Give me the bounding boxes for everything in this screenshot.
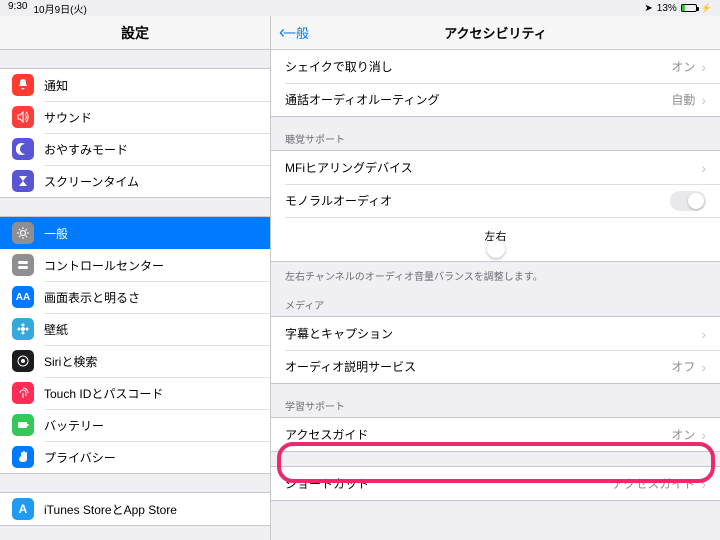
sidebar-item-label: iTunes StoreとApp Store bbox=[44, 501, 177, 518]
row-label: 通話オーディオルーティング bbox=[285, 91, 439, 108]
hearing-group: MFiヒアリングデバイス › モノラルオーディオ 左 右 bbox=[271, 150, 720, 262]
gear-icon bbox=[12, 222, 34, 244]
sidebar-item[interactable]: バッテリー bbox=[0, 409, 270, 441]
row-subtitles[interactable]: 字幕とキャプション › bbox=[271, 317, 720, 350]
sidebar-item[interactable]: 一般 bbox=[0, 217, 270, 249]
row-value: 自動 bbox=[671, 91, 695, 108]
row-shake-undo[interactable]: シェイクで取り消し オン › bbox=[271, 50, 720, 83]
row-label: ショートカット bbox=[285, 475, 369, 492]
row-label: オーディオ説明サービス bbox=[285, 358, 416, 375]
bell-icon bbox=[12, 74, 34, 96]
row-label: MFiヒアリングデバイス bbox=[285, 159, 413, 176]
sidebar-item[interactable]: Touch IDとパスコード bbox=[0, 377, 270, 409]
row-label: アクセスガイド bbox=[285, 426, 368, 443]
row-value: オン bbox=[671, 58, 695, 75]
row-mono-audio[interactable]: モノラルオーディオ bbox=[271, 184, 720, 217]
sidebar-item[interactable]: 通知 bbox=[0, 69, 270, 101]
battery-icon bbox=[681, 4, 697, 12]
sidebar-item[interactable]: AA 画面表示と明るさ bbox=[0, 281, 270, 313]
sidebar-item-label: スクリーンタイム bbox=[44, 173, 139, 190]
row-value: オフ bbox=[671, 358, 695, 375]
sidebar-item[interactable]: プライバシー bbox=[0, 441, 270, 473]
row-label: シェイクで取り消し bbox=[285, 58, 393, 75]
sidebar-item-label: 通知 bbox=[44, 77, 68, 94]
A-icon: A bbox=[12, 498, 34, 520]
sidebar-item-label: サウンド bbox=[44, 109, 92, 126]
sidebar-title: 設定 bbox=[0, 16, 270, 50]
learning-group: アクセスガイド オン › bbox=[271, 417, 720, 452]
row-value: アクセスガイド bbox=[612, 475, 695, 492]
row-audio-descriptions[interactable]: オーディオ説明サービス オフ › bbox=[271, 350, 720, 383]
sidebar-item-label: バッテリー bbox=[44, 417, 104, 434]
settings-sidebar: 設定 通知サウンドおやすみモードスクリーンタイム 一般コントロールセンター AA 画… bbox=[0, 16, 270, 540]
flower-icon bbox=[12, 318, 34, 340]
row-call-audio-routing[interactable]: 通話オーディオルーティング 自動 › bbox=[271, 83, 720, 116]
sidebar-item-label: 画面表示と明るさ bbox=[44, 289, 140, 306]
chevron-right-icon: › bbox=[701, 92, 706, 108]
detail-header: ‹ 一般 アクセシビリティ bbox=[271, 16, 720, 50]
sidebar-item[interactable]: 壁紙 bbox=[0, 313, 270, 345]
media-header: メディア bbox=[271, 283, 720, 316]
moon-icon bbox=[12, 138, 34, 160]
hand-icon bbox=[12, 446, 34, 468]
row-label: モノラルオーディオ bbox=[285, 192, 392, 209]
row-guided-access[interactable]: アクセスガイド オン › bbox=[271, 418, 720, 451]
sidebar-item[interactable]: コントロールセンター bbox=[0, 249, 270, 281]
location-icon: ➤ bbox=[644, 3, 652, 14]
sidebar-item[interactable]: スクリーンタイム bbox=[0, 165, 270, 197]
mono-audio-toggle[interactable] bbox=[670, 191, 706, 211]
media-group: 字幕とキャプション › オーディオ説明サービス オフ › bbox=[271, 316, 720, 384]
sidebar-item[interactable]: おやすみモード bbox=[0, 133, 270, 165]
sidebar-item-label: 壁紙 bbox=[44, 321, 68, 338]
chevron-right-icon: › bbox=[701, 427, 706, 443]
status-battery: 13% bbox=[657, 3, 677, 14]
chevron-right-icon: › bbox=[701, 476, 706, 492]
row-value: オン bbox=[671, 426, 695, 443]
detail-pane: ‹ 一般 アクセシビリティ シェイクで取り消し オン › 通話オーディオルーティ… bbox=[270, 16, 720, 540]
batt-icon bbox=[12, 414, 34, 436]
sidebar-item[interactable]: サウンド bbox=[0, 101, 270, 133]
back-label: 一般 bbox=[283, 23, 309, 42]
row-shortcut[interactable]: ショートカット アクセスガイド › bbox=[271, 467, 720, 500]
back-button[interactable]: ‹ 一般 bbox=[279, 22, 309, 43]
charging-icon: ⚡ bbox=[701, 3, 712, 14]
row-label: 字幕とキャプション bbox=[285, 325, 393, 342]
hearing-footer: 左右チャンネルのオーディオ音量バランスを調整します。 bbox=[271, 262, 720, 283]
sidebar-item-label: 一般 bbox=[44, 225, 68, 242]
chevron-right-icon: › bbox=[701, 59, 706, 75]
learning-header: 学習サポート bbox=[271, 384, 720, 417]
siri-icon bbox=[12, 350, 34, 372]
sidebar-item-label: コントロールセンター bbox=[44, 257, 164, 274]
AA-icon: AA bbox=[12, 286, 34, 308]
hearing-header: 聴覚サポート bbox=[271, 117, 720, 150]
status-time: 9:30 bbox=[8, 1, 27, 16]
switches-icon bbox=[12, 254, 34, 276]
chevron-right-icon: › bbox=[701, 326, 706, 342]
sidebar-item[interactable]: Siriと検索 bbox=[0, 345, 270, 377]
speaker-icon bbox=[12, 106, 34, 128]
row-balance-slider[interactable]: 左 右 bbox=[271, 217, 720, 261]
shortcut-group: ショートカット アクセスガイド › bbox=[271, 466, 720, 501]
interaction-group: シェイクで取り消し オン › 通話オーディオルーティング 自動 › bbox=[271, 50, 720, 117]
chevron-right-icon: › bbox=[701, 160, 706, 176]
chevron-right-icon: › bbox=[701, 359, 706, 375]
row-mfi-hearing[interactable]: MFiヒアリングデバイス › bbox=[271, 151, 720, 184]
sidebar-item-label: Siriと検索 bbox=[44, 353, 97, 370]
status-bar: 9:30 10月9日(火) ➤ 13% ⚡ bbox=[0, 0, 720, 16]
sidebar-item-label: おやすみモード bbox=[44, 141, 128, 158]
slider-thumb[interactable] bbox=[487, 240, 505, 258]
hourglass-icon bbox=[12, 170, 34, 192]
sidebar-item-label: プライバシー bbox=[44, 449, 116, 466]
sidebar-item[interactable]: AiTunes StoreとApp Store bbox=[0, 493, 270, 525]
status-date: 10月9日(火) bbox=[33, 1, 86, 16]
sidebar-item-label: Touch IDとパスコード bbox=[44, 385, 163, 402]
page-title: アクセシビリティ bbox=[271, 23, 720, 42]
finger-icon bbox=[12, 382, 34, 404]
